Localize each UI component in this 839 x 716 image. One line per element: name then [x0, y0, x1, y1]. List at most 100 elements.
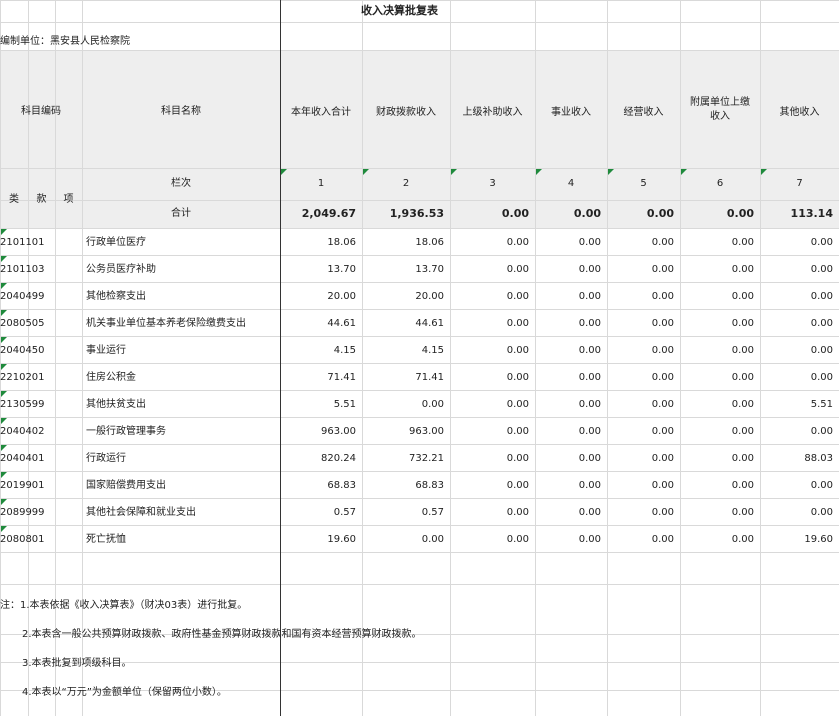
total-value: 0.00: [501, 207, 529, 220]
grid-hline: [0, 417, 839, 418]
cell-marker: [1, 418, 7, 424]
row-value: 88.03: [804, 453, 833, 464]
row-name: 其他检察支出: [86, 291, 146, 302]
row-value: 5.51: [333, 399, 356, 410]
cell-marker: [1, 283, 7, 289]
row-value: 0.00: [731, 291, 754, 302]
grid-hline: [0, 282, 839, 283]
header-name: 科目名称: [161, 106, 201, 117]
row-value: 0.00: [731, 426, 754, 437]
row-name: 行政运行: [86, 453, 126, 464]
row-code: 2080801: [0, 534, 45, 545]
header-section: 款: [36, 194, 47, 205]
row-value: 0.00: [810, 264, 833, 275]
row-value: 0.00: [651, 318, 674, 329]
row-value: 0.00: [506, 507, 529, 518]
row-value: 0.00: [578, 345, 601, 356]
row-value: 0.00: [731, 480, 754, 491]
cell-marker: [451, 169, 457, 175]
row-value: 0.00: [731, 399, 754, 410]
row-value: 732.21: [409, 453, 444, 464]
row-value: 0.00: [578, 318, 601, 329]
header-item: 项: [63, 194, 74, 205]
cell-marker: [281, 169, 287, 175]
header-col: 本年收入合计: [291, 107, 351, 118]
row-code: 2040450: [0, 345, 45, 356]
row-code: 2040499: [0, 291, 45, 302]
cell-marker: [1, 310, 7, 316]
row-value: 0.00: [731, 534, 754, 545]
row-value: 0.00: [651, 345, 674, 356]
cell-marker: [1, 337, 7, 343]
row-value: 963.00: [321, 426, 356, 437]
header-row-index: 栏次: [171, 178, 191, 189]
row-value: 0.00: [731, 507, 754, 518]
header-col: 事业收入: [551, 107, 591, 118]
row-name: 其他社会保障和就业支出: [86, 507, 196, 518]
row-value: 0.57: [421, 507, 444, 518]
row-value: 0.00: [506, 345, 529, 356]
row-name: 事业运行: [86, 345, 126, 356]
row-value: 0.00: [810, 372, 833, 383]
row-value: 19.60: [804, 534, 833, 545]
row-value: 0.00: [506, 480, 529, 491]
column-number: 1: [317, 178, 325, 189]
total-value: 113.14: [790, 207, 833, 220]
row-code: 2210201: [0, 372, 45, 383]
row-code: 2019901: [0, 480, 45, 491]
row-name: 行政单位医疗: [86, 237, 146, 248]
row-value: 0.00: [651, 507, 674, 518]
footnote: 注：1.本表依据《收入决算表》（财决03表）进行批复。: [0, 600, 248, 611]
row-value: 0.00: [506, 372, 529, 383]
row-value: 0.00: [810, 480, 833, 491]
footnote: 3.本表批复到项级科目。: [22, 658, 132, 669]
row-value: 0.00: [578, 534, 601, 545]
cell-marker: [1, 526, 7, 532]
row-value: 0.00: [731, 345, 754, 356]
row-value: 0.00: [506, 318, 529, 329]
grid-hline: [0, 471, 839, 472]
row-value: 0.57: [333, 507, 356, 518]
grid-hline: [0, 336, 839, 337]
header-col: 其他收入: [779, 107, 820, 118]
header-class: 类: [9, 194, 19, 205]
row-value: 0.00: [506, 291, 529, 302]
row-value: 20.00: [327, 291, 356, 302]
row-name: 公务员医疗补助: [86, 264, 156, 275]
row-value: 0.00: [651, 291, 674, 302]
row-value: 4.15: [421, 345, 444, 356]
cell-marker: [363, 169, 369, 175]
row-value: 0.00: [578, 480, 601, 491]
grid-hline: [0, 498, 839, 499]
grid-hline: [0, 168, 839, 169]
cell-marker: [1, 472, 7, 478]
row-code: 2101101: [0, 237, 45, 248]
total-label: 合计: [171, 208, 191, 219]
row-value: 0.00: [578, 372, 601, 383]
header-code: 科目编码: [21, 106, 61, 117]
row-value: 0.00: [810, 345, 833, 356]
column-number: 2: [402, 178, 410, 189]
cell-marker: [1, 445, 7, 451]
spreadsheet: 收入决算批复表 编制单位：黑安县人民检察院 科目编码 科目名称 本年收入合计 财政拨款收入…: [0, 0, 839, 716]
row-code: 2101103: [0, 264, 45, 275]
total-value: 1,936.53: [389, 207, 444, 220]
row-value: 0.00: [506, 264, 529, 275]
row-value: 0.00: [731, 372, 754, 383]
cell-marker: [1, 364, 7, 370]
row-value: 18.06: [327, 237, 356, 248]
grid-hline: [0, 525, 839, 526]
cell-marker: [1, 229, 7, 235]
row-value: 4.15: [333, 345, 356, 356]
row-value: 0.00: [731, 237, 754, 248]
row-value: 0.00: [651, 534, 674, 545]
row-value: 0.00: [578, 264, 601, 275]
row-value: 0.00: [578, 399, 601, 410]
row-value: 0.00: [810, 237, 833, 248]
row-value: 68.83: [327, 480, 356, 491]
grid-hline: [0, 363, 839, 364]
total-value: 2,049.67: [301, 207, 356, 220]
row-code: 2089999: [0, 507, 45, 518]
row-value: 0.00: [651, 237, 674, 248]
row-value: 0.00: [810, 426, 833, 437]
